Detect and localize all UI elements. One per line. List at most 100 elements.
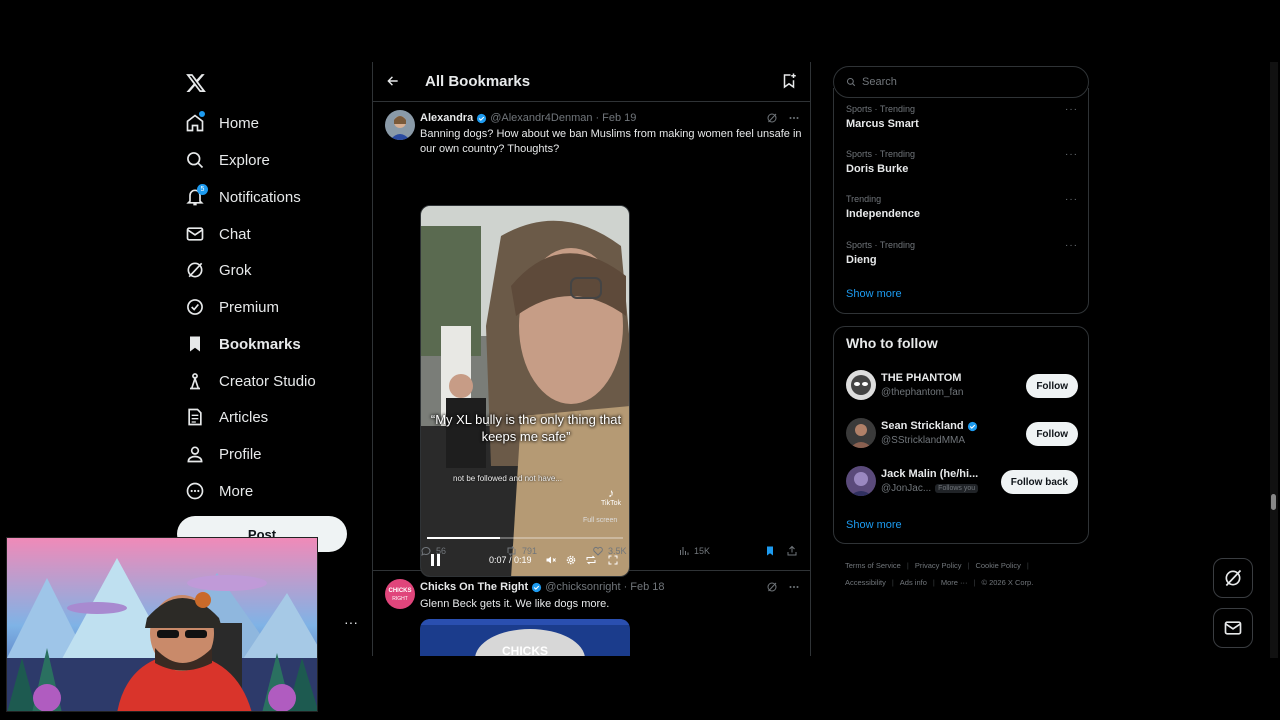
tweet[interactable]: CHICKS RIGHT Chicks On The Right @chickso…: [373, 571, 810, 656]
account-name-row: Sean Strickland: [881, 420, 978, 432]
account-name: Jack Malin (he/hi...: [881, 468, 979, 480]
video-caption: “My XL bully is the only thing that keep…: [430, 412, 622, 444]
more-options-icon[interactable]: ···: [1065, 104, 1078, 115]
follow-suggestion[interactable]: Sean Strickland @SStricklandMMA Follow: [846, 418, 1078, 450]
nav-explore[interactable]: Explore: [185, 144, 270, 176]
search-icon: [846, 77, 856, 87]
tweet-top-icons: [766, 112, 800, 124]
account-handle: @SStricklandMMA: [881, 435, 965, 446]
author-name[interactable]: Alexandra: [420, 112, 473, 124]
trend-item[interactable]: Sports · Trending Doris Burke ···: [834, 144, 1090, 184]
nav-bookmarks[interactable]: Bookmarks: [185, 328, 301, 360]
messages-floating-button[interactable]: [1213, 608, 1253, 648]
repost-button[interactable]: 791: [505, 545, 537, 557]
grok-icon[interactable]: [766, 581, 778, 593]
avatar[interactable]: [385, 110, 415, 140]
creator-studio-icon: [185, 371, 205, 391]
video-player[interactable]: “My XL bully is the only thing that keep…: [420, 205, 630, 577]
copyright: © 2026 X Corp.: [981, 578, 1034, 587]
more-options-icon[interactable]: ···: [1065, 240, 1078, 251]
views-button[interactable]: 15K: [678, 545, 710, 557]
more-options-icon[interactable]: ···: [1065, 194, 1078, 205]
footer-link[interactable]: More ···: [941, 578, 968, 587]
tweet-header: Alexandra @Alexandr4Denman · Feb 19: [420, 112, 637, 124]
handle-text: @SStricklandMMA: [881, 435, 966, 446]
follow-button[interactable]: Follow: [1026, 422, 1078, 446]
account-more-button[interactable]: ···: [344, 614, 358, 630]
who-to-follow-show-more[interactable]: Show more: [846, 519, 902, 531]
nav-grok[interactable]: Grok: [185, 254, 252, 286]
nav-home[interactable]: Home: [185, 107, 259, 139]
tweet-actions: 56 791 3.5K 15K: [420, 545, 800, 561]
verified-badge-icon: [967, 421, 977, 431]
grok-icon[interactable]: [766, 112, 778, 124]
unread-dot: [199, 111, 205, 117]
bookmark-button[interactable]: [764, 545, 776, 557]
follow-suggestion[interactable]: THE PHANTOM @thephantom_fan Follow: [846, 370, 1078, 402]
follow-back-button[interactable]: Follow back: [1000, 470, 1078, 494]
follow-button[interactable]: Follow: [1026, 374, 1078, 398]
trend-meta: Sports · Trending: [846, 149, 916, 159]
webcam-overlay: [6, 537, 318, 712]
video-thumbnail[interactable]: CHICKS: [420, 619, 630, 656]
more-options-icon[interactable]: ···: [1065, 149, 1078, 160]
handle-text: @thephantom_fan: [881, 387, 964, 398]
nav-premium[interactable]: Premium: [185, 291, 279, 323]
footer-link[interactable]: Cookie Policy: [975, 561, 1020, 570]
nav-profile[interactable]: Profile: [185, 438, 262, 470]
tweet[interactable]: Alexandra @Alexandr4Denman · Feb 19 Bann…: [373, 102, 810, 577]
trend-item[interactable]: Sports · Trending Dieng ···: [834, 235, 1090, 275]
tiktok-icon: ♪: [607, 486, 614, 500]
footer-link[interactable]: Privacy Policy: [915, 561, 962, 570]
more-options-icon[interactable]: [788, 112, 800, 124]
follow-suggestion[interactable]: Jack Malin (he/hi... @JonJac... Follows …: [846, 466, 1078, 498]
trend-meta: Sports · Trending: [846, 240, 916, 250]
tweet-date[interactable]: Feb 19: [602, 112, 636, 124]
notification-badge: 5: [197, 184, 208, 195]
author-handle[interactable]: @Alexandr4Denman: [490, 112, 592, 124]
video-progress-bar[interactable]: [427, 537, 623, 539]
x-logo-icon[interactable]: [185, 72, 207, 94]
analytics-icon: [680, 547, 689, 555]
nav-creator-studio[interactable]: Creator Studio: [185, 365, 316, 397]
page-scrollbar[interactable]: [1270, 62, 1278, 658]
more-circle-icon: [185, 481, 205, 501]
grok-icon: [185, 260, 205, 280]
avatar[interactable]: [846, 418, 876, 448]
add-folder-icon[interactable]: [780, 72, 798, 90]
nav-chat[interactable]: Chat: [185, 218, 251, 250]
nav-label: Premium: [219, 298, 280, 316]
tweet-date[interactable]: Feb 18: [630, 581, 664, 593]
avatar[interactable]: [846, 466, 876, 496]
share-button[interactable]: [786, 545, 798, 557]
avatar[interactable]: [846, 370, 876, 400]
footer-link[interactable]: Ads info: [900, 578, 927, 587]
avatar[interactable]: CHICKS RIGHT: [385, 579, 415, 609]
nav-notifications[interactable]: 5 Notifications: [185, 181, 301, 213]
video-label: CHICKS: [501, 644, 548, 656]
trend-name: Independence: [846, 208, 920, 220]
home-icon: [185, 111, 205, 133]
bell-icon: 5: [185, 184, 208, 207]
like-button[interactable]: 3.5K: [592, 545, 627, 557]
more-options-icon[interactable]: [788, 581, 800, 593]
trend-meta: Sports · Trending: [846, 104, 916, 114]
trend-name: Marcus Smart: [846, 118, 919, 130]
nav-more[interactable]: More: [185, 475, 253, 507]
nav-label: Grok: [219, 261, 252, 279]
author-name[interactable]: Chicks On The Right: [420, 581, 528, 593]
author-handle[interactable]: @chicksonright: [545, 581, 620, 593]
tiktok-label: TikTok: [601, 500, 621, 507]
footer-links-row2: Accessibility | Ads info | More ··· | © 202…: [845, 578, 1034, 587]
back-arrow-icon[interactable]: [386, 74, 400, 88]
trend-item[interactable]: Sports · Trending Marcus Smart ···: [834, 98, 1090, 138]
reply-button[interactable]: 56: [420, 545, 446, 557]
scrollbar-thumb[interactable]: [1271, 494, 1276, 510]
trends-show-more[interactable]: Show more: [846, 288, 902, 300]
nav-label: Chat: [219, 225, 251, 243]
trend-item[interactable]: Trending Independence ···: [834, 189, 1090, 229]
footer-link[interactable]: Accessibility: [845, 578, 886, 587]
footer-link[interactable]: Terms of Service: [845, 561, 901, 570]
grok-floating-button[interactable]: [1213, 558, 1253, 598]
nav-articles[interactable]: Articles: [185, 401, 268, 433]
